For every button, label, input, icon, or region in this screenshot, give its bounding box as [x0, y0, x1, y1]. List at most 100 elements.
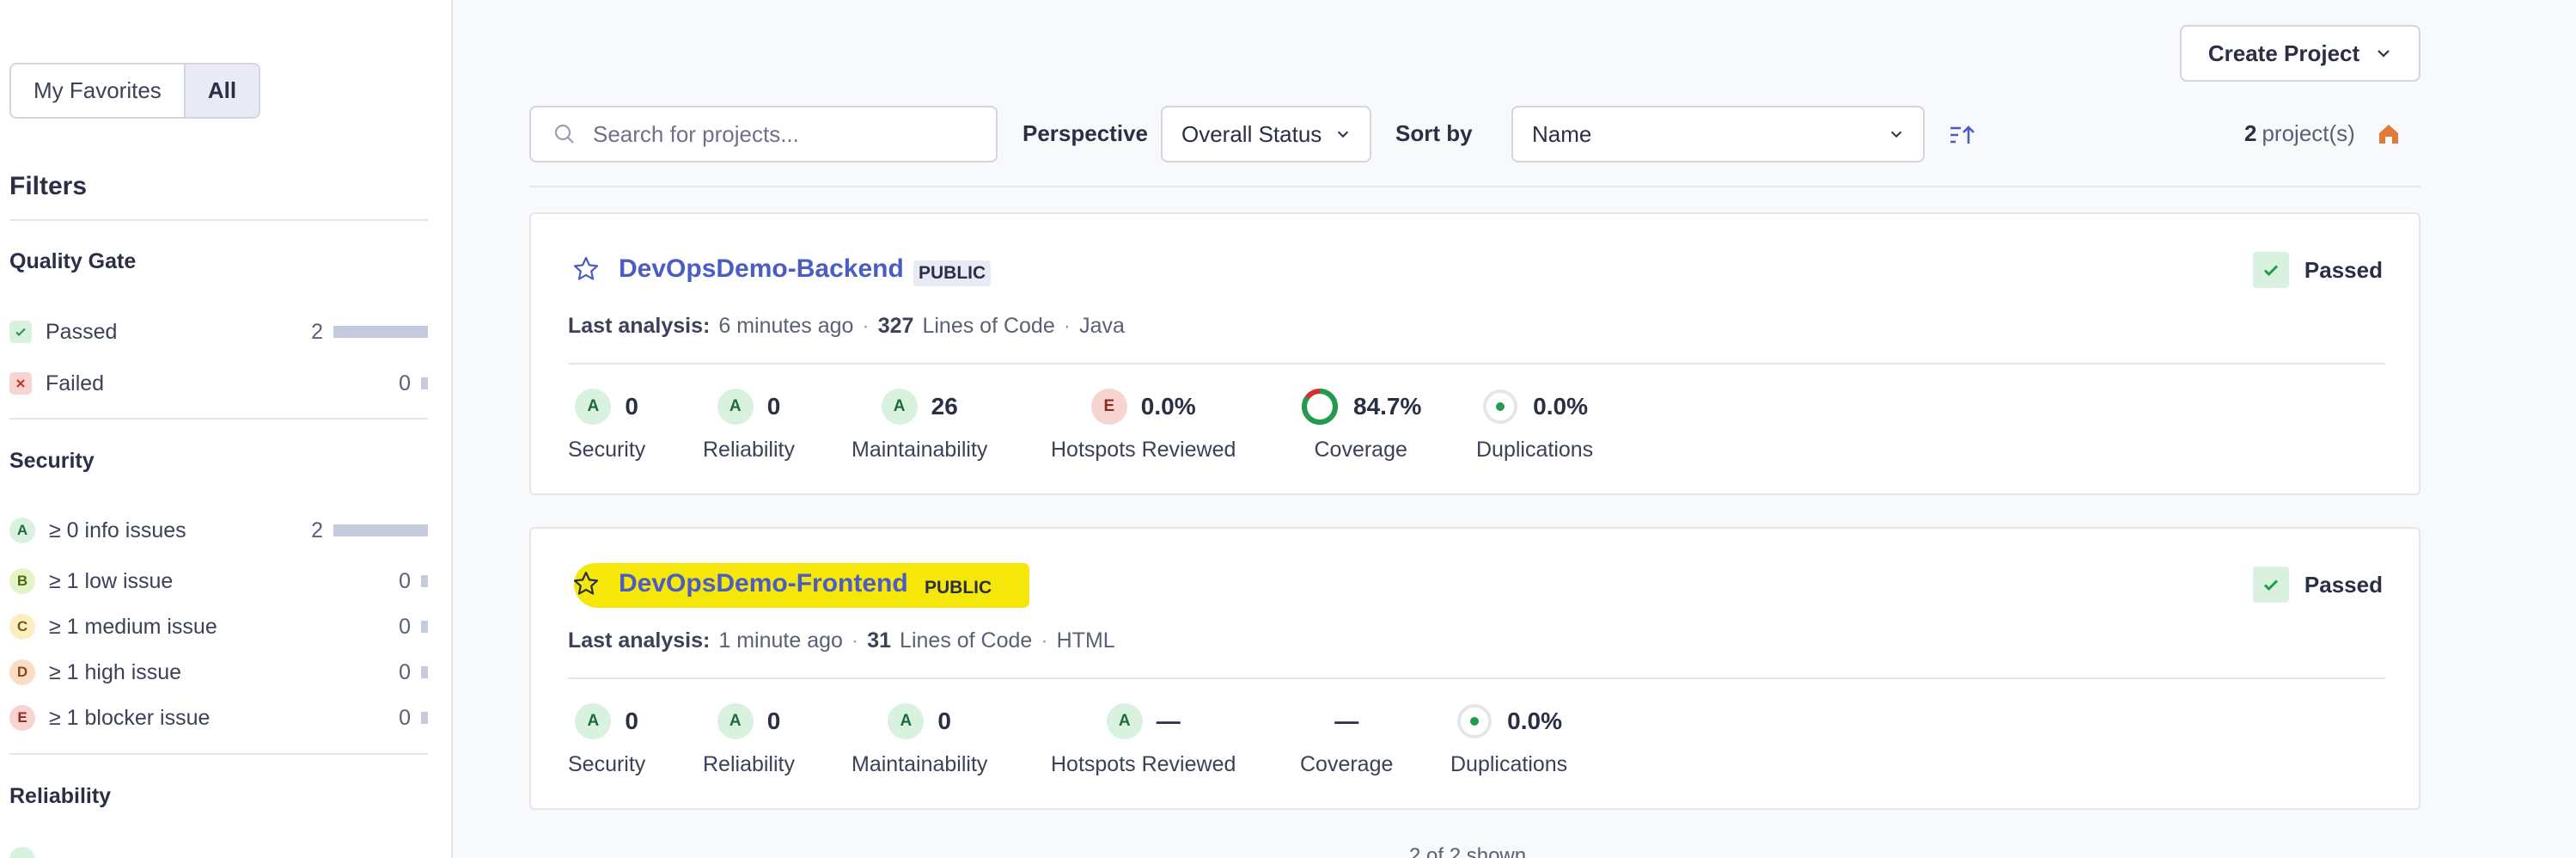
facet-label: ≥ 1 medium issue: [49, 614, 217, 639]
metric-label: Reliability: [703, 438, 795, 462]
last-analysis-label: Last analysis:: [568, 628, 711, 653]
sort-direction-icon[interactable]: [1947, 120, 1976, 150]
sort-select[interactable]: Name: [1511, 106, 1925, 162]
gate-label: Passed: [2304, 571, 2383, 598]
last-analysis-value: 6 minutes ago: [718, 314, 854, 338]
facet-label: ≥ 1 blocker issue: [49, 705, 211, 730]
perspective-select[interactable]: Overall Status: [1161, 106, 1371, 162]
search-box: [529, 106, 998, 162]
facet-bar: [333, 326, 428, 338]
metric-duplications[interactable]: 0.0% Duplications: [1476, 386, 1593, 463]
facet-label: ≥ 1 high issue: [49, 659, 182, 684]
quality-gate-status: Passed: [2252, 252, 2383, 288]
check-icon: [2252, 252, 2289, 288]
perspective-value: Overall Status: [1181, 120, 1322, 147]
rating-badge: A: [575, 703, 612, 739]
metric-coverage[interactable]: — Coverage: [1300, 701, 1393, 777]
facet-failed[interactable]: Failed 0: [9, 366, 428, 401]
metric-value: 0.0%: [1533, 393, 1588, 420]
facet-security-b[interactable]: B ≥ 1 low issue 0: [9, 564, 428, 598]
facet-bar: [421, 377, 428, 389]
facet-passed[interactable]: Passed 2: [9, 315, 428, 349]
reliability-title: Reliability: [9, 784, 112, 808]
facet-bar: [421, 666, 428, 678]
divider: [9, 753, 428, 755]
filters-title: Filters: [9, 172, 88, 200]
metric-label: Coverage: [1314, 438, 1407, 462]
all-button[interactable]: All: [183, 64, 259, 117]
facet-security-c[interactable]: C ≥ 1 medium issue 0: [9, 610, 428, 644]
divider: [9, 219, 428, 221]
metric-label: Coverage: [1300, 752, 1394, 776]
rating-a-icon: [9, 847, 35, 858]
divider: [568, 363, 2385, 365]
x-icon: [9, 372, 32, 395]
metric-value: —: [1334, 708, 1359, 734]
divider: [9, 418, 428, 420]
metric-maintainability[interactable]: A0 Maintainability: [852, 701, 987, 777]
security-title: Security: [9, 449, 95, 473]
divider: [568, 677, 2385, 679]
facet-count: 0: [399, 614, 411, 639]
loc-value: 327: [877, 314, 914, 338]
metric-label: Hotspots Reviewed: [1051, 438, 1236, 462]
project-count-suffix: project(s): [2262, 120, 2355, 146]
last-analysis-label: Last analysis:: [568, 314, 711, 338]
star-icon[interactable]: [572, 255, 600, 283]
metric-value: 0: [937, 708, 951, 734]
metric-coverage[interactable]: 84.7% Coverage: [1300, 386, 1421, 463]
metric-label: Maintainability: [852, 752, 988, 776]
search-input[interactable]: [593, 120, 996, 148]
rating-b-icon: B: [9, 568, 35, 594]
rating-badge: A: [1106, 703, 1143, 739]
facet-bar: [421, 712, 428, 724]
language: HTML: [1056, 628, 1115, 653]
rating-badge: A: [881, 389, 918, 425]
metric-label: Reliability: [703, 752, 795, 776]
check-icon: [9, 321, 32, 343]
metric-reliability[interactable]: A0 Reliability: [703, 701, 795, 777]
shown-count: 2 of 2 shown: [1409, 844, 1527, 858]
create-project-label: Create Project: [2207, 40, 2360, 66]
language: Java: [1079, 314, 1125, 338]
check-icon: [2252, 567, 2289, 603]
rating-badge: A: [888, 703, 925, 739]
metric-value: 0.0%: [1140, 393, 1196, 420]
project-card: DevOpsDemo-Frontend PUBLIC Passed Last a…: [529, 527, 2420, 810]
facet-security-d[interactable]: D ≥ 1 high issue 0: [9, 655, 428, 689]
metric-hotspots[interactable]: E 0.0% Hotspots Reviewed: [1051, 386, 1236, 463]
project-meta: Last analysis: 1 minute ago · 31 Lines o…: [568, 628, 1115, 653]
facet-reliability-a[interactable]: [9, 843, 428, 858]
metric-security[interactable]: A0 Security: [568, 701, 645, 777]
metric-reliability[interactable]: A0 Reliability: [703, 386, 795, 463]
project-name-link[interactable]: DevOpsDemo-Frontend: [619, 569, 908, 598]
search-icon: [554, 124, 574, 144]
facet-label: ≥ 0 info issues: [49, 518, 186, 542]
loc-label: Lines of Code: [900, 628, 1033, 653]
metric-security[interactable]: A0 Security: [568, 386, 645, 463]
chevron-down-icon: [1337, 131, 1349, 138]
quality-gate-title: Quality Gate: [9, 249, 137, 273]
rating-badge: A: [717, 703, 754, 739]
sort-value: Name: [1532, 120, 1592, 147]
create-project-button[interactable]: Create Project: [2180, 25, 2420, 82]
metric-value: —: [1156, 708, 1181, 734]
metric-hotspots[interactable]: A — Hotspots Reviewed: [1051, 701, 1236, 777]
home-icon[interactable]: [2376, 121, 2402, 147]
facet-security-a[interactable]: A ≥ 0 info issues 2: [9, 513, 428, 548]
project-name-link[interactable]: DevOpsDemo-Backend: [619, 254, 904, 284]
metric-label: Hotspots Reviewed: [1051, 752, 1236, 776]
facet-count: 0: [399, 705, 411, 730]
metric-label: Duplications: [1476, 438, 1594, 462]
metric-value: 0.0%: [1507, 708, 1562, 734]
star-icon[interactable]: [572, 570, 600, 598]
metric-value: 0: [625, 393, 638, 420]
metric-duplications[interactable]: 0.0% Duplications: [1450, 701, 1567, 777]
metric-value: 84.7%: [1353, 393, 1422, 420]
last-analysis-value: 1 minute ago: [718, 628, 843, 653]
metric-maintainability[interactable]: A 26 Maintainability: [852, 386, 987, 463]
facet-security-e[interactable]: E ≥ 1 blocker issue 0: [9, 701, 428, 735]
facet-count: 2: [311, 518, 323, 542]
my-favorites-button[interactable]: My Favorites: [11, 64, 184, 117]
favorites-toggle: My Favorites All: [9, 63, 261, 119]
